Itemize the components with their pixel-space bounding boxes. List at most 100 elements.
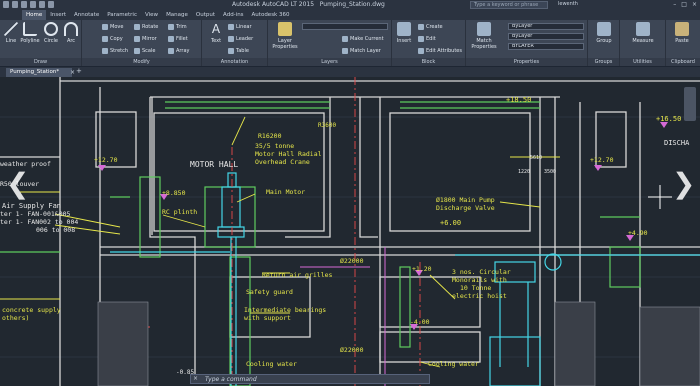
tab-annotate[interactable]: Annotate (70, 10, 103, 20)
polyline-tool[interactable]: Polyline (20, 22, 40, 44)
tab-manage[interactable]: Manage (162, 10, 192, 20)
label-level-400: -4.00 (410, 318, 430, 326)
annotation-panel-label[interactable]: Annotation (202, 58, 267, 66)
mirror-tool[interactable]: Mirror (134, 35, 157, 43)
app-menu-icon[interactable] (3, 1, 9, 8)
tab-insert[interactable]: Insert (46, 10, 70, 20)
navigation-bar[interactable] (684, 87, 696, 121)
copy-tool[interactable]: Copy (102, 35, 123, 43)
previous-arrow-icon[interactable]: ❮ (6, 167, 29, 200)
search-input[interactable]: Type a keyword or phrase (470, 1, 548, 9)
linear-dim-tool[interactable]: Linear (228, 23, 252, 31)
insert-tool[interactable]: Insert (394, 22, 414, 44)
tab-home[interactable]: Home (22, 10, 47, 20)
groups-panel-label[interactable]: Groups (588, 58, 619, 66)
minimize-icon[interactable]: – (673, 1, 676, 8)
arc-label: Arc (66, 38, 76, 44)
leader-label: Leader (236, 36, 254, 42)
command-input[interactable]: Type a command (205, 376, 257, 383)
match-layer-tool[interactable]: Match Layer (342, 47, 381, 55)
label-level-1850: +18.50 (506, 96, 532, 104)
label-dim-5610: 5610 (530, 155, 543, 161)
layer-properties-tool[interactable]: Layer Properties (270, 22, 300, 50)
match-layer-label: Match Layer (350, 48, 381, 54)
new-tab-icon[interactable]: + (76, 67, 82, 75)
linetype-dropdown[interactable]: ByLayer (508, 33, 584, 40)
create-block-tool[interactable]: Create (418, 23, 443, 31)
match-properties-tool[interactable]: Match Properties (468, 22, 500, 50)
magenta-lines (300, 247, 386, 386)
level-markers (98, 122, 668, 330)
layer-dropdown[interactable] (302, 23, 388, 30)
modify-panel-label[interactable]: Modify (82, 58, 201, 66)
tab-view[interactable]: View (141, 10, 162, 20)
leader-tool[interactable]: Leader (228, 35, 253, 43)
next-arrow-icon[interactable]: ❯ (672, 167, 695, 200)
create-label: Create (426, 24, 443, 30)
label-dim-1220: 1220 (518, 169, 531, 175)
linear-dim-icon (228, 24, 234, 30)
group-label: Group (596, 38, 612, 44)
close-tab-icon[interactable]: × (70, 68, 75, 77)
edit-attributes-tool[interactable]: Edit Attributes (418, 47, 462, 55)
draw-panel-label[interactable]: Draw (0, 58, 81, 66)
lineweight-dropdown[interactable]: BYLAYER (508, 43, 584, 50)
command-line[interactable]: × Type a command (190, 374, 430, 384)
tab-add-ins[interactable]: Add-ins (219, 10, 248, 20)
trim-label: Trim (176, 24, 187, 30)
edit-attributes-label: Edit Attributes (426, 48, 462, 54)
cyan-equipment (110, 172, 700, 386)
label-discharge: DISCHA (664, 139, 690, 147)
close-icon[interactable]: × (692, 1, 697, 8)
match-properties-icon (477, 22, 491, 36)
document-tab[interactable]: Pumping_Station* × (6, 68, 75, 77)
text-tool[interactable]: A Text (206, 22, 226, 44)
drawing-area[interactable]: weather proof R50 louver Air Supply Fan … (0, 77, 700, 386)
arc-tool[interactable]: Arc (61, 22, 81, 44)
window-title: Autodesk AutoCAD LT 2015 Pumping_Station… (232, 1, 385, 8)
insert-label: Insert (396, 38, 412, 44)
undo-icon[interactable] (39, 1, 45, 8)
layer-properties-icon (278, 22, 292, 36)
line-tool[interactable]: Line (1, 22, 21, 44)
stretch-tool[interactable]: Stretch (102, 47, 128, 55)
measure-label: Measure (632, 38, 654, 44)
user-account[interactable]: lewenth (558, 1, 578, 7)
group-tool[interactable]: Group (594, 22, 614, 44)
layers-panel-label[interactable]: Layers (268, 58, 391, 66)
measure-tool[interactable]: Measure (630, 22, 656, 44)
color-dropdown[interactable]: ByLayer (508, 23, 584, 30)
document-tab-bar: Pumping_Station* × + (0, 67, 700, 77)
ribbon-tabs: Home Insert Annotate Parametric View Man… (0, 10, 700, 20)
block-panel-label[interactable]: Block (392, 58, 465, 66)
label-pump-valve-1: Ø1800 Main Pump (436, 196, 495, 204)
move-tool[interactable]: Move (102, 23, 123, 31)
save-icon[interactable] (30, 1, 36, 8)
table-tool[interactable]: Table (228, 47, 249, 55)
rotate-tool[interactable]: Rotate (134, 23, 158, 31)
clipboard-panel-label[interactable]: Clipboard (666, 58, 700, 66)
table-label: Table (236, 48, 249, 54)
label-level-1270b: +12.70 (590, 156, 614, 164)
scale-tool[interactable]: Scale (134, 47, 155, 55)
new-file-icon[interactable] (12, 1, 18, 8)
maximize-icon[interactable]: □ (681, 1, 687, 8)
array-tool[interactable]: Array (168, 47, 189, 55)
utilities-panel-label[interactable]: Utilities (620, 58, 665, 66)
make-current-tool[interactable]: Make Current (342, 35, 384, 43)
redo-icon[interactable] (48, 1, 54, 8)
edit-block-tool[interactable]: Edit (418, 35, 436, 43)
command-close-icon[interactable]: × (193, 375, 198, 382)
tab-output[interactable]: Output (192, 10, 219, 20)
circle-tool[interactable]: Circle (41, 22, 61, 44)
tab-parametric[interactable]: Parametric (103, 10, 141, 20)
paste-tool[interactable]: Paste (672, 22, 692, 44)
open-file-icon[interactable] (21, 1, 27, 8)
trim-tool[interactable]: Trim (168, 23, 187, 31)
properties-panel-label[interactable]: Properties (466, 58, 587, 66)
clipboard-panel: Paste Clipboard (666, 20, 700, 66)
cursor-crosshair (648, 185, 672, 209)
fillet-tool[interactable]: Fillet (168, 35, 188, 43)
label-cooling-2: Cooling water (428, 360, 479, 368)
tab-autodesk-360[interactable]: Autodesk 360 (248, 10, 294, 20)
